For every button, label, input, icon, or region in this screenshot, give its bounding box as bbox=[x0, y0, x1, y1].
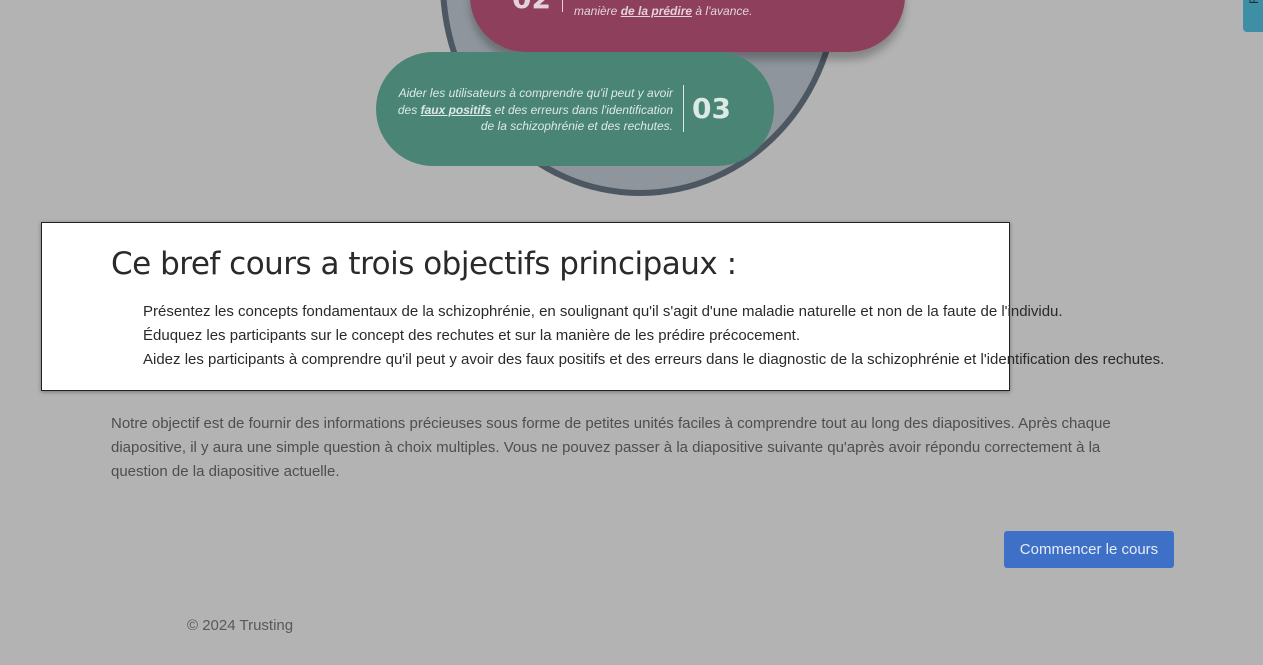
item-02-text-after: à l'avance. bbox=[695, 4, 753, 18]
course-intro-paragraph: Notre objectif est de fournir des inform… bbox=[111, 415, 1111, 480]
footer-copyright: © 2024 Trusting bbox=[187, 617, 294, 634]
infographic-item-03: Aider les utilisateurs à comprendre qu'i… bbox=[376, 52, 774, 166]
item-03-divider bbox=[683, 85, 684, 132]
item-02-text-bold: de la prédire bbox=[620, 4, 693, 18]
feedback-side-tab[interactable]: Fe bbox=[1243, 0, 1263, 32]
item-03-text-bold: faux positifs bbox=[420, 102, 492, 117]
item-03-text: Aider les utilisateurs à comprendre qu'i… bbox=[393, 85, 673, 135]
side-tab-label: Fe bbox=[1247, 0, 1261, 4]
infographic-item-02: 02 manière de la prédire à l'avance. bbox=[470, 0, 905, 52]
item-03-number: 03 bbox=[692, 92, 731, 125]
start-course-button[interactable]: Commencer le cours bbox=[1004, 531, 1174, 568]
item-02-text-before: manière bbox=[574, 4, 618, 18]
objective-item-1: Présentez les concepts fondamentaux de l… bbox=[143, 303, 1063, 320]
item-02-number: 02 bbox=[512, 0, 551, 15]
objective-item-2: Éduquez les participants sur le concept … bbox=[143, 327, 801, 344]
item-02-divider bbox=[562, 0, 563, 12]
objectives-infographic: 02 manière de la prédire à l'avance. Aid… bbox=[0, 0, 1263, 210]
objectives-list: Présentez les concepts fondamentaux de l… bbox=[143, 300, 1173, 372]
objective-item-3: Aidez les participants à comprendre qu'i… bbox=[143, 351, 1165, 368]
item-02-text: manière de la prédire à l'avance. bbox=[574, 4, 752, 18]
objectives-heading: Ce bref cours a trois objectifs principa… bbox=[111, 246, 737, 282]
item-03-text-after: et des erreurs dans l'identification de … bbox=[480, 102, 673, 134]
